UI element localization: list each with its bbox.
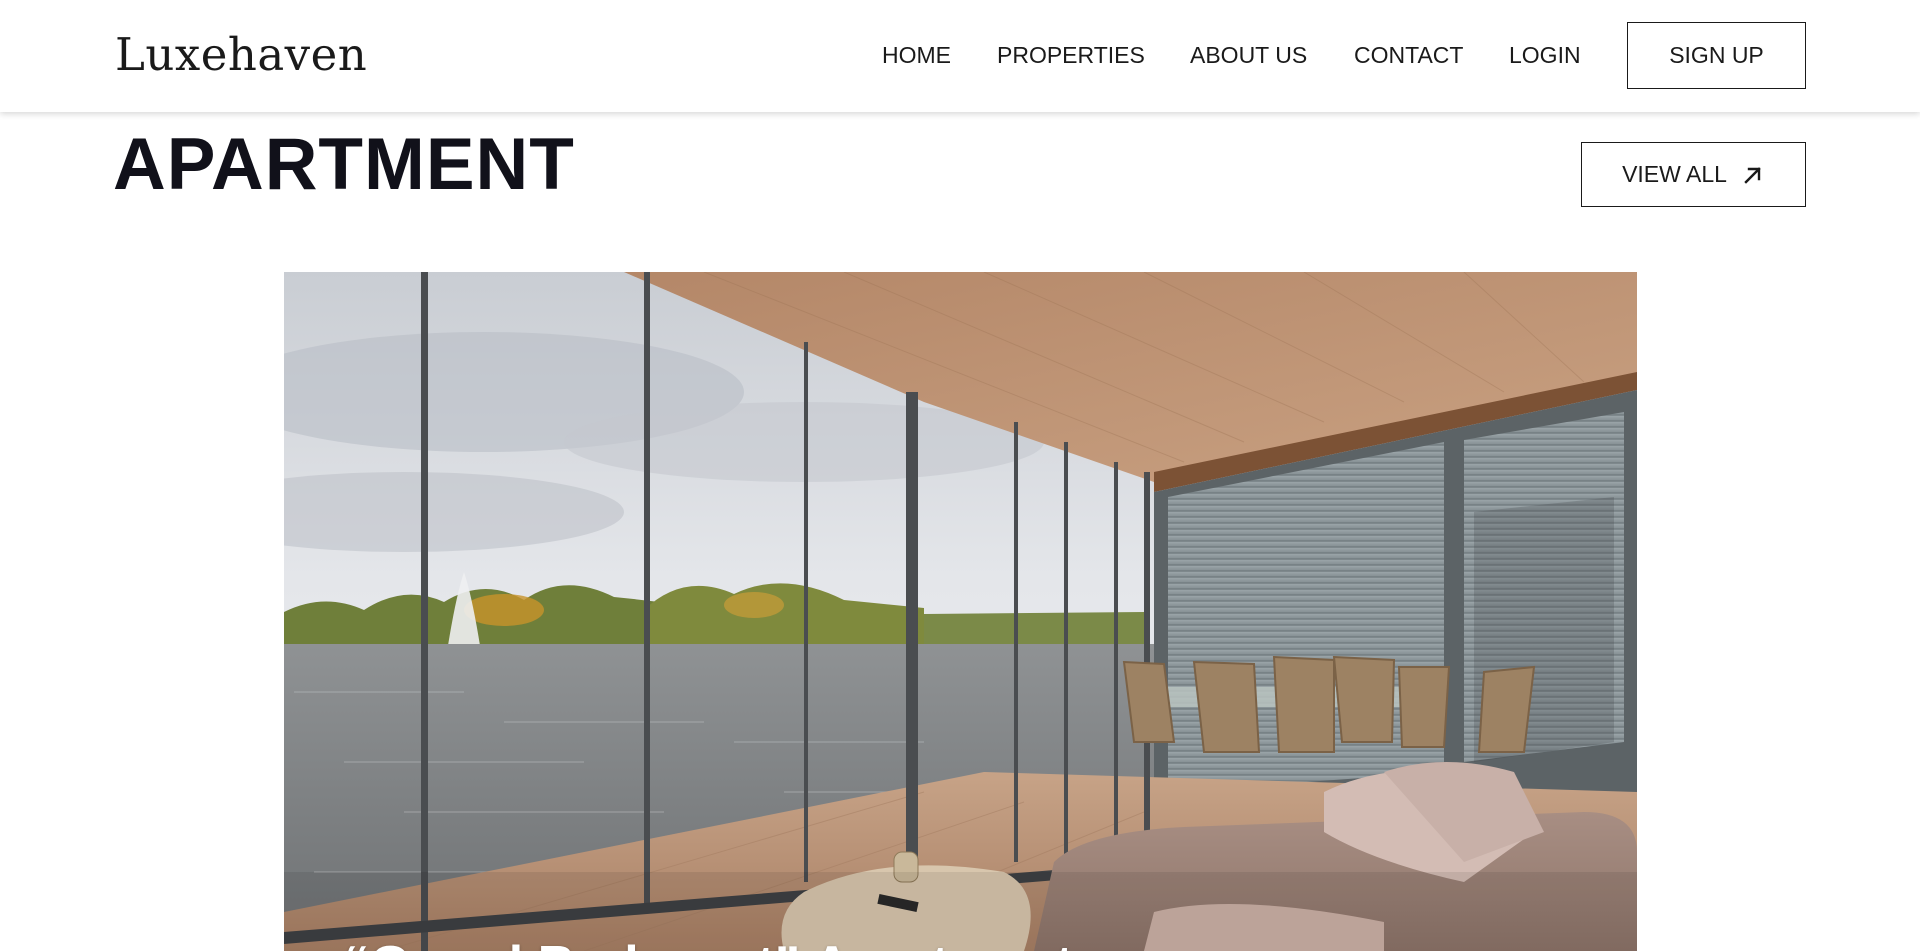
featured-apartment-image[interactable]: “Grand Budapest” Apartment xyxy=(284,272,1637,951)
nav-login[interactable]: LOGIN xyxy=(1509,41,1581,69)
nav-properties[interactable]: PROPERTIES xyxy=(997,41,1145,69)
nav-home[interactable]: HOME xyxy=(882,41,951,69)
arrow-up-right-icon xyxy=(1744,166,1761,184)
view-all-label: VIEW ALL xyxy=(1622,161,1727,187)
section-heading: APARTMENT xyxy=(113,124,575,205)
navbar: Luxehaven HOME PROPERTIES ABOUT US CONTA… xyxy=(0,0,1920,112)
signup-button[interactable]: SIGN UP xyxy=(1627,22,1806,89)
nav-contact[interactable]: CONTACT xyxy=(1354,41,1463,69)
view-all-button[interactable]: VIEW ALL xyxy=(1581,142,1806,207)
site-logo[interactable]: Luxehaven xyxy=(115,28,367,81)
featured-apartment-caption[interactable]: “Grand Budapest” Apartment xyxy=(344,935,1073,951)
nav-about-us[interactable]: ABOUT US xyxy=(1190,41,1307,69)
